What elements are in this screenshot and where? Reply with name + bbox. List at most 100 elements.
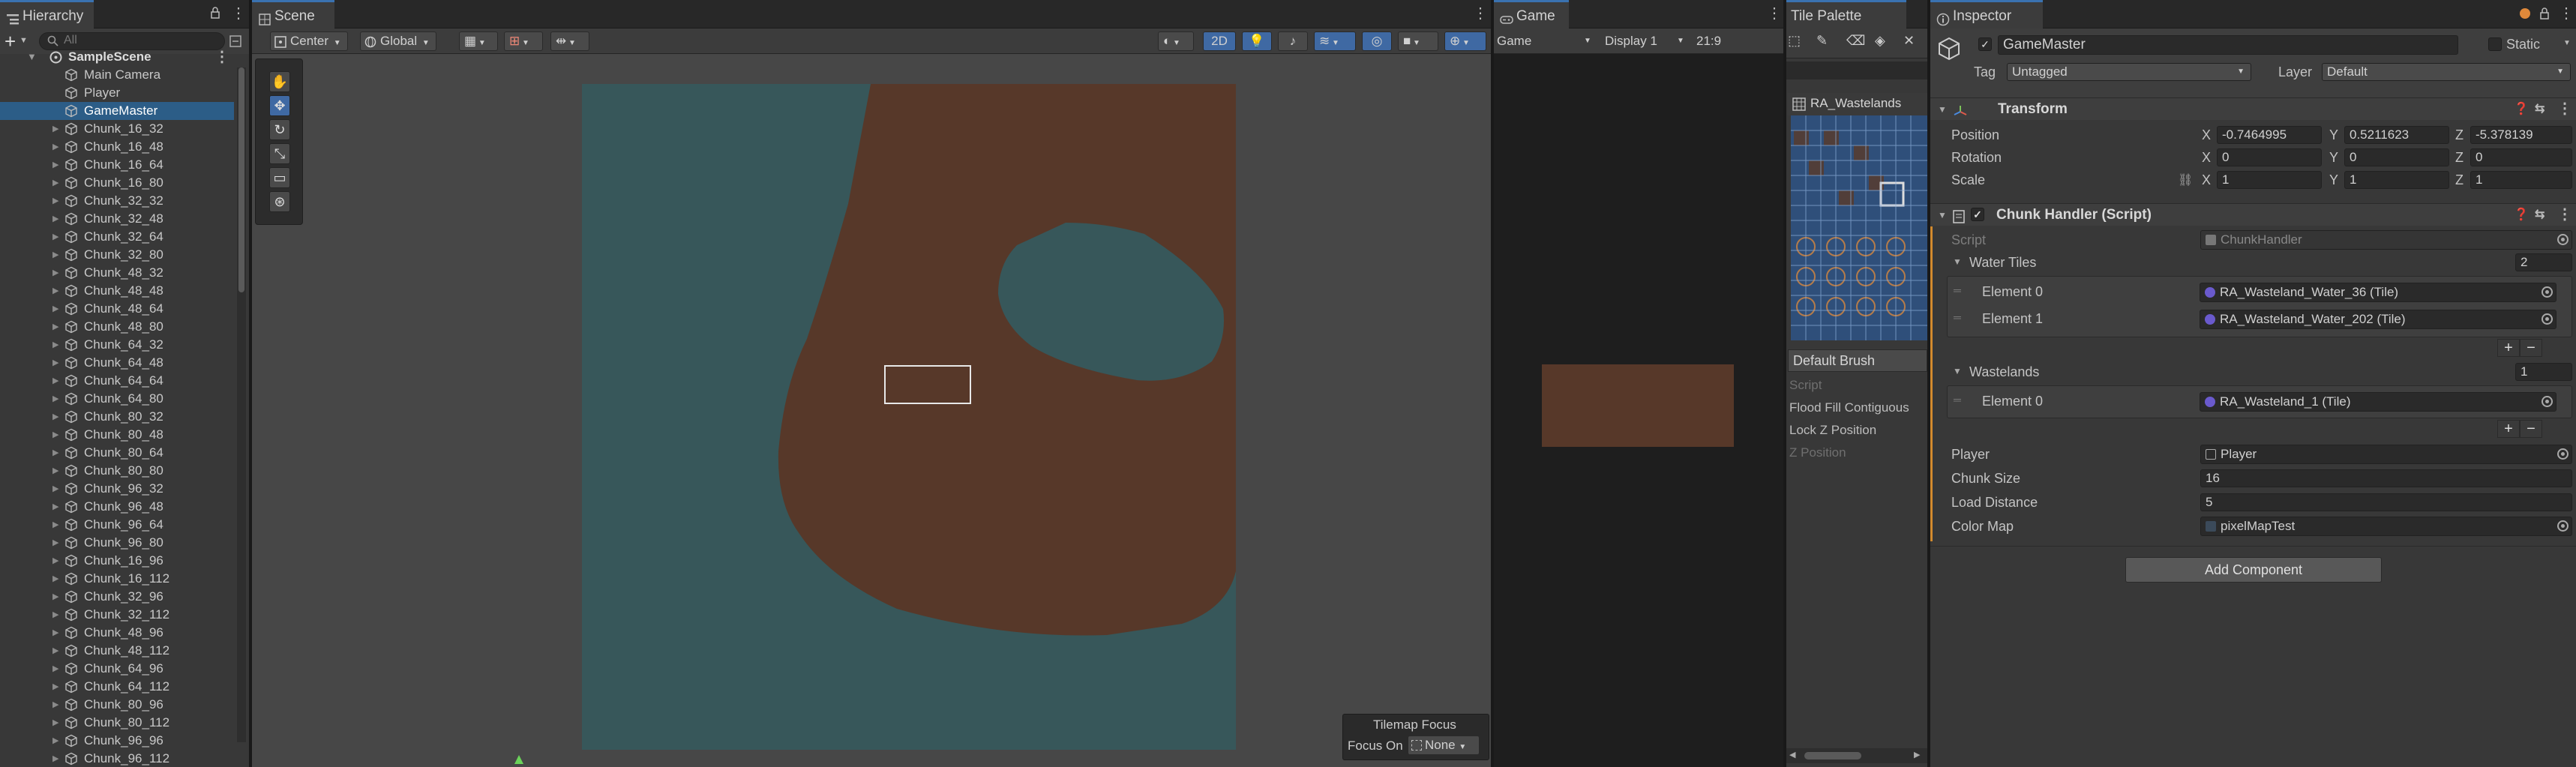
hierarchy-item[interactable]: ▶ Chunk_80_32	[0, 408, 234, 426]
rotation-y-field[interactable]: 0	[2344, 148, 2449, 166]
expand-arrow-icon[interactable]: ▶	[52, 120, 58, 138]
color-map-field[interactable]: pixelMapTest	[2200, 517, 2572, 536]
hierarchy-item[interactable]: Player	[0, 84, 234, 102]
object-picker-icon[interactable]	[2542, 286, 2553, 298]
scene-root-row[interactable]: ▼ SampleScene ⋮	[0, 48, 234, 66]
expand-arrow-icon[interactable]: ▶	[52, 516, 58, 534]
object-picker-icon[interactable]	[2557, 448, 2569, 460]
hierarchy-item[interactable]: ▶ Chunk_96_64	[0, 516, 234, 534]
brush-option-label[interactable]: Flood Fill Contiguous	[1789, 400, 1909, 415]
expand-arrow-icon[interactable]: ▶	[52, 336, 58, 354]
hidden-objects-toggle[interactable]: ◎	[1362, 31, 1392, 51]
expand-arrow-icon[interactable]: ▶	[52, 372, 58, 390]
expand-arrow-icon[interactable]: ▶	[52, 138, 58, 156]
hierarchy-menu-icon[interactable]: ⋮	[231, 6, 246, 21]
hierarchy-item[interactable]: ▶ Chunk_48_64	[0, 300, 234, 318]
tag-dropdown[interactable]: Untagged ▼	[2007, 63, 2251, 81]
hierarchy-item[interactable]: ▶ Chunk_80_64	[0, 444, 234, 462]
expand-arrow-icon[interactable]: ▶	[52, 444, 58, 462]
palette-grid[interactable]	[1791, 115, 1927, 340]
hierarchy-item[interactable]: ▶ Chunk_96_32	[0, 480, 234, 498]
hierarchy-item[interactable]: ▶ Chunk_32_112	[0, 606, 234, 624]
component-menu-icon[interactable]: ⋮	[2557, 101, 2572, 116]
scroll-right-icon[interactable]: ▶	[1914, 750, 1920, 760]
hierarchy-item[interactable]: ▶ Chunk_64_112	[0, 678, 234, 696]
hierarchy-item[interactable]: ▶ Chunk_16_48	[0, 138, 234, 156]
load-distance-field[interactable]: 5	[2200, 493, 2572, 511]
help-icon[interactable]: ❓	[2514, 98, 2529, 121]
rotation-x-field[interactable]: 0	[2217, 148, 2322, 166]
preset-icon[interactable]: ⇆	[2535, 98, 2545, 121]
collapse-arrow-icon[interactable]: ▼	[1938, 98, 1947, 121]
hierarchy-item[interactable]: ▶ Chunk_32_48	[0, 210, 234, 228]
add-component-button[interactable]: Add Component	[2125, 557, 2382, 583]
camera-button[interactable]: ■ ▼	[1398, 31, 1438, 51]
expand-arrow-icon[interactable]: ▶	[52, 462, 58, 480]
expand-arrow-icon[interactable]: ▶	[52, 714, 58, 732]
gizmos-button[interactable]: ⊕ ▼	[1444, 31, 1486, 51]
rotate-tool-icon[interactable]: ↻	[269, 119, 290, 140]
player-field[interactable]: Player	[2200, 445, 2572, 464]
move-tool-icon[interactable]: ✥	[269, 95, 290, 116]
layer-dropdown[interactable]: Default ▼	[2322, 63, 2571, 81]
scene-menu-icon[interactable]: ⋮	[214, 49, 229, 64]
constrain-scale-icon[interactable]: ⛓	[2178, 172, 2193, 187]
hierarchy-item[interactable]: ▶ Chunk_32_96	[0, 588, 234, 606]
expand-arrow-icon[interactable]: ▶	[52, 660, 58, 678]
hierarchy-item[interactable]: ▶ Chunk_48_48	[0, 282, 234, 300]
position-z-field[interactable]: -5.378139	[2470, 126, 2572, 144]
expand-arrow-icon[interactable]: ▶	[52, 156, 58, 174]
expand-arrow-icon[interactable]: ▼	[27, 48, 37, 66]
expand-arrow-icon[interactable]: ▶	[52, 318, 58, 336]
hierarchy-item[interactable]: ▶ Chunk_80_96	[0, 696, 234, 714]
game-viewport[interactable]	[1494, 54, 1783, 767]
palette-dropdown-bar[interactable]	[1786, 61, 1927, 79]
hierarchy-item[interactable]: Main Camera	[0, 66, 234, 84]
hierarchy-item[interactable]: ▶ Chunk_64_80	[0, 390, 234, 408]
hierarchy-item[interactable]: ▶ Chunk_64_64	[0, 372, 234, 390]
expand-arrow-icon[interactable]: ▶	[52, 696, 58, 714]
add-dropdown-icon[interactable]: ▼	[19, 36, 28, 45]
tile-object-field[interactable]: RA_Wasteland_Water_36 (Tile)	[2200, 283, 2557, 302]
2d-toggle[interactable]: 2D	[1203, 31, 1236, 51]
static-checkbox[interactable]	[2488, 37, 2502, 51]
position-y-field[interactable]: 0.5211623	[2344, 126, 2449, 144]
expand-arrow-icon[interactable]: ▶	[52, 426, 58, 444]
select-tool-icon[interactable]: ⬚	[1788, 33, 1801, 49]
snap-increment-button[interactable]: ⊞ ▼	[504, 31, 543, 51]
expand-arrow-icon[interactable]: ▶	[52, 606, 58, 624]
position-x-field[interactable]: -0.7464995	[2217, 126, 2322, 144]
game-menu-icon[interactable]: ⋮	[1767, 6, 1782, 21]
wastelands-remove-button[interactable]: −	[2520, 420, 2542, 438]
hierarchy-item[interactable]: ▶ Chunk_96_96	[0, 732, 234, 750]
tile-object-field[interactable]: RA_Wasteland_Water_202 (Tile)	[2200, 310, 2557, 329]
wastelands-foldout-icon[interactable]: ▼	[1953, 366, 1962, 376]
focus-on-dropdown[interactable]: None ▼	[1408, 736, 1480, 755]
expand-arrow-icon[interactable]: ▶	[52, 282, 58, 300]
active-checkbox[interactable]: ✓	[1978, 37, 1992, 51]
expand-arrow-icon[interactable]: ▶	[52, 246, 58, 264]
expand-arrow-icon[interactable]: ▶	[52, 354, 58, 372]
transform-tool-icon[interactable]: ⊛	[269, 191, 290, 212]
expand-arrow-icon[interactable]: ▶	[52, 498, 58, 516]
fill-tool-icon[interactable]: ◈	[1875, 33, 1885, 49]
expand-arrow-icon[interactable]: ▶	[52, 552, 58, 570]
expand-arrow-icon[interactable]: ▶	[52, 174, 58, 192]
hierarchy-item[interactable]: ▶ Chunk_16_64	[0, 156, 234, 174]
tab-tile-palette[interactable]: Tile Palette	[1786, 0, 1906, 28]
tab-inspector[interactable]: Inspector	[1930, 0, 2043, 28]
expand-arrow-icon[interactable]: ▶	[52, 534, 58, 552]
hierarchy-item[interactable]: ▶ Chunk_16_96	[0, 552, 234, 570]
hierarchy-scrollbar[interactable]	[237, 67, 246, 742]
lock-icon[interactable]	[210, 7, 220, 19]
scale-x-field[interactable]: 1	[2217, 171, 2322, 189]
water-tiles-size-field[interactable]: 2	[2515, 253, 2572, 271]
game-view-dropdown[interactable]: Game ▼	[1497, 31, 1594, 51]
tab-game[interactable]: Game	[1494, 0, 1569, 28]
hierarchy-item[interactable]: GameMaster	[0, 102, 234, 120]
brush-tool-icon[interactable]: ✎	[1816, 33, 1828, 49]
rect-tool-icon[interactable]: ▭	[269, 167, 290, 188]
component-enabled-checkbox[interactable]: ✓	[1971, 208, 1984, 221]
hierarchy-item[interactable]: ▶ Chunk_16_32	[0, 120, 234, 138]
aspect-dropdown[interactable]: 21:9	[1696, 31, 1779, 51]
